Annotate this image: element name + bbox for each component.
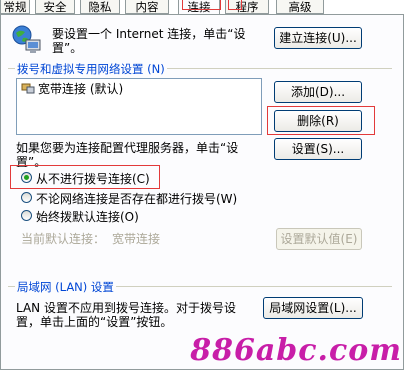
current-default-value: 宽带连接	[112, 232, 161, 246]
tab-security[interactable]: 安全	[35, 0, 75, 14]
active-tab-highlight	[182, 0, 221, 10]
add-button[interactable]: 添加(D)...	[274, 81, 362, 103]
radio-dial-when-no-network[interactable]	[21, 192, 32, 203]
dialup-group-title: 拨号和虚拟专用网络设置 (N)	[15, 61, 167, 77]
tab-content[interactable]: 内容	[125, 0, 169, 14]
proxy-text-line1: 如果您要为连接配置代理服务器，单击“设	[16, 141, 239, 155]
tab-general[interactable]: 常规	[0, 0, 30, 14]
tab-privacy[interactable]: 隐私	[80, 0, 120, 14]
connections-listbox[interactable]: 宽带连接 (默认)	[16, 78, 262, 135]
dialup-connection-icon	[21, 82, 35, 94]
current-default-label: 当前默认连接：	[21, 232, 106, 246]
tab-highlight-mark	[228, 0, 242, 10]
option-always-dial-label[interactable]: 始终拨默认连接(O)	[36, 208, 139, 225]
tab-advanced[interactable]: 高级	[276, 0, 324, 14]
lan-text-line2: 置，单击上面的“设置”按钮。	[16, 315, 173, 329]
site-watermark: 886abc.com	[190, 333, 402, 368]
setup-text-line2: 置”。	[52, 41, 83, 55]
lan-group-title: 局域网 (LAN) 设置	[15, 279, 116, 295]
option-dial-when-no-network-label[interactable]: 不论网络连接是否存在都进行拨号(W)	[36, 190, 237, 207]
option-never-dial-label[interactable]: 从不进行拨号连接(C)	[36, 170, 150, 187]
setup-button[interactable]: 建立连接(U)...	[274, 27, 362, 49]
radio-never-dial[interactable]	[21, 172, 32, 183]
set-default-button[interactable]: 设置默认值(E)	[276, 228, 362, 250]
settings-button[interactable]: 设置(S)...	[274, 138, 362, 160]
network-globe-icon	[10, 24, 42, 56]
remove-highlight-box	[267, 106, 375, 135]
lan-settings-button[interactable]: 局域网设置(L)...	[263, 297, 363, 319]
radio-always-dial-default[interactable]	[21, 210, 32, 221]
connection-item-broadband[interactable]: 宽带连接 (默认)	[38, 80, 123, 97]
